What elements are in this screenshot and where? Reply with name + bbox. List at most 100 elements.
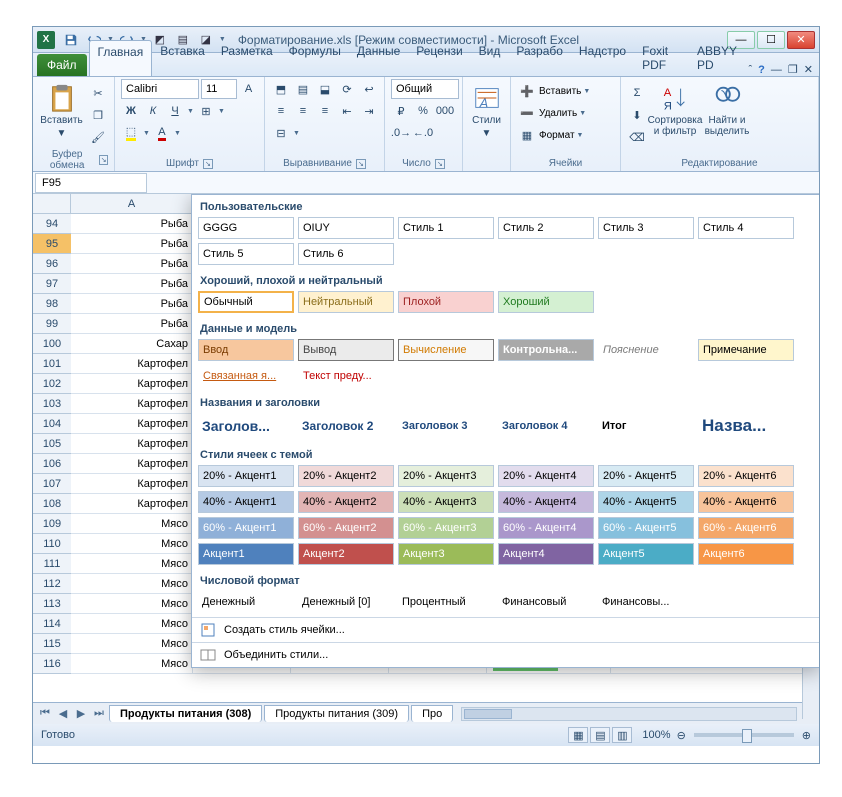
orientation-icon[interactable]: ⟳ — [337, 79, 357, 99]
style-item[interactable]: Стиль 5 — [198, 243, 294, 265]
cell[interactable]: Картофел — [71, 474, 193, 493]
cell[interactable]: Рыба — [71, 234, 193, 253]
italic-icon[interactable]: К — [143, 101, 163, 121]
style-item[interactable]: Стиль 3 — [598, 217, 694, 239]
alignment-launcher[interactable]: ↘ — [356, 159, 366, 169]
row-header[interactable]: 98 — [33, 294, 71, 314]
style-item[interactable]: 40% - Акцент6 — [698, 491, 794, 513]
style-item[interactable]: Вычисление — [398, 339, 494, 361]
paste-button[interactable]: Вставить ▼ — [39, 79, 84, 139]
wrap-text-icon[interactable]: ↩ — [359, 79, 379, 99]
style-item[interactable]: Заголовок 4 — [498, 413, 594, 439]
row-header[interactable]: 94 — [33, 214, 71, 234]
align-right-icon[interactable]: ≡ — [315, 101, 335, 121]
style-item[interactable]: Стиль 1 — [398, 217, 494, 239]
cell[interactable]: Рыба — [71, 294, 193, 313]
style-item[interactable]: Процентный — [398, 591, 494, 613]
cell[interactable]: Картофел — [71, 494, 193, 513]
merge-styles-menu[interactable]: Объединить стили... — [192, 642, 819, 667]
font-launcher[interactable]: ↘ — [203, 159, 213, 169]
delete-cells-button[interactable]: ➖Удалить▼ — [517, 103, 614, 123]
decrease-decimal-icon[interactable]: ←.0 — [413, 123, 433, 143]
ribbon-tab[interactable]: Foxit PDF — [634, 40, 689, 76]
cell[interactable]: Мясо — [71, 634, 193, 653]
row-header[interactable]: 100 — [33, 334, 71, 354]
doc-close-icon[interactable]: ✕ — [804, 63, 813, 76]
style-item[interactable]: GGGG — [198, 217, 294, 239]
style-item[interactable]: Денежный — [198, 591, 294, 613]
ribbon-tab[interactable]: Главная — [89, 40, 153, 76]
style-item[interactable]: Ввод — [198, 339, 294, 361]
ribbon-tab[interactable]: Разметка — [213, 40, 281, 76]
align-top-icon[interactable]: ⬒ — [271, 79, 291, 99]
cell[interactable]: Мясо — [71, 514, 193, 533]
merge-center-icon[interactable]: ⊟ — [271, 123, 291, 143]
name-box[interactable]: F95 — [35, 173, 147, 193]
cell[interactable]: Мясо — [71, 554, 193, 573]
style-item[interactable]: Нейтральный — [298, 291, 394, 313]
style-item[interactable]: 60% - Акцент3 — [398, 517, 494, 539]
style-item[interactable]: 20% - Акцент2 — [298, 465, 394, 487]
file-tab[interactable]: Файл — [37, 54, 87, 76]
ribbon-tab[interactable]: Рецензи — [408, 40, 470, 76]
percent-icon[interactable]: % — [413, 101, 433, 121]
style-item[interactable]: Вывод — [298, 339, 394, 361]
style-item[interactable]: OIUY — [298, 217, 394, 239]
cell[interactable]: Мясо — [71, 534, 193, 553]
row-header[interactable]: 102 — [33, 374, 71, 394]
style-item[interactable]: Акцент4 — [498, 543, 594, 565]
style-item[interactable]: Плохой — [398, 291, 494, 313]
style-item[interactable]: 40% - Акцент3 — [398, 491, 494, 513]
style-item[interactable]: Акцент2 — [298, 543, 394, 565]
style-item[interactable]: 40% - Акцент5 — [598, 491, 694, 513]
style-item[interactable]: Назва... — [698, 413, 794, 439]
cell[interactable]: Рыба — [71, 274, 193, 293]
sheet-nav-prev-icon[interactable]: ◀ — [55, 706, 71, 722]
row-header[interactable]: 113 — [33, 594, 71, 614]
style-item[interactable]: 60% - Акцент2 — [298, 517, 394, 539]
sort-filter-button[interactable]: АЯ Сортировка и фильтр — [651, 79, 699, 137]
number-launcher[interactable]: ↘ — [435, 159, 445, 169]
ribbon-tab[interactable]: Формулы — [281, 40, 349, 76]
align-center-icon[interactable]: ≡ — [293, 101, 313, 121]
cell[interactable]: Мясо — [71, 574, 193, 593]
number-format-select[interactable] — [391, 79, 459, 99]
style-item[interactable]: Заголов... — [198, 413, 294, 439]
row-header[interactable]: 103 — [33, 394, 71, 414]
row-header[interactable]: 107 — [33, 474, 71, 494]
cell[interactable]: Картофел — [71, 454, 193, 473]
styles-button[interactable]: A Стили ▼ — [469, 79, 504, 139]
row-header[interactable]: 96 — [33, 254, 71, 274]
zoom-out-button[interactable]: ⊖ — [677, 729, 686, 742]
style-item[interactable]: Акцент1 — [198, 543, 294, 565]
font-color-icon[interactable]: A — [152, 123, 172, 143]
ribbon-minimize-icon[interactable]: ˆ — [749, 64, 753, 76]
border-icon[interactable]: ⊞ — [196, 101, 216, 121]
style-item[interactable]: 60% - Акцент4 — [498, 517, 594, 539]
sheet-nav-first-icon[interactable]: ⏮ — [37, 706, 53, 722]
horizontal-scrollbar[interactable] — [461, 707, 797, 721]
autosum-icon[interactable]: Σ — [627, 83, 647, 103]
cell[interactable]: Рыба — [71, 314, 193, 333]
increase-indent-icon[interactable]: ⇥ — [359, 101, 379, 121]
cut-icon[interactable]: ✂ — [88, 83, 108, 103]
style-item[interactable]: Пояснение — [598, 339, 694, 361]
cell[interactable]: Картофел — [71, 374, 193, 393]
style-item[interactable]: Контрольна... — [498, 339, 594, 361]
zoom-in-button[interactable]: ⊕ — [802, 729, 811, 742]
style-item[interactable]: Заголовок 3 — [398, 413, 494, 439]
style-item[interactable]: 60% - Акцент6 — [698, 517, 794, 539]
cell[interactable]: Картофел — [71, 354, 193, 373]
style-item[interactable]: Стиль 2 — [498, 217, 594, 239]
cell[interactable]: Сахар — [71, 334, 193, 353]
cell[interactable]: Картофел — [71, 394, 193, 413]
cell[interactable]: Рыба — [71, 254, 193, 273]
style-item[interactable]: Акцент6 — [698, 543, 794, 565]
find-select-button[interactable]: Найти и выделить — [703, 79, 751, 137]
ribbon-tab[interactable]: Данные — [349, 40, 408, 76]
maximize-button[interactable]: ☐ — [757, 31, 785, 49]
ribbon-tab[interactable]: Вставка — [152, 40, 213, 76]
format-painter-icon[interactable]: 🖌 — [88, 127, 108, 147]
font-name-select[interactable] — [121, 79, 199, 99]
cell[interactable]: Мясо — [71, 594, 193, 613]
